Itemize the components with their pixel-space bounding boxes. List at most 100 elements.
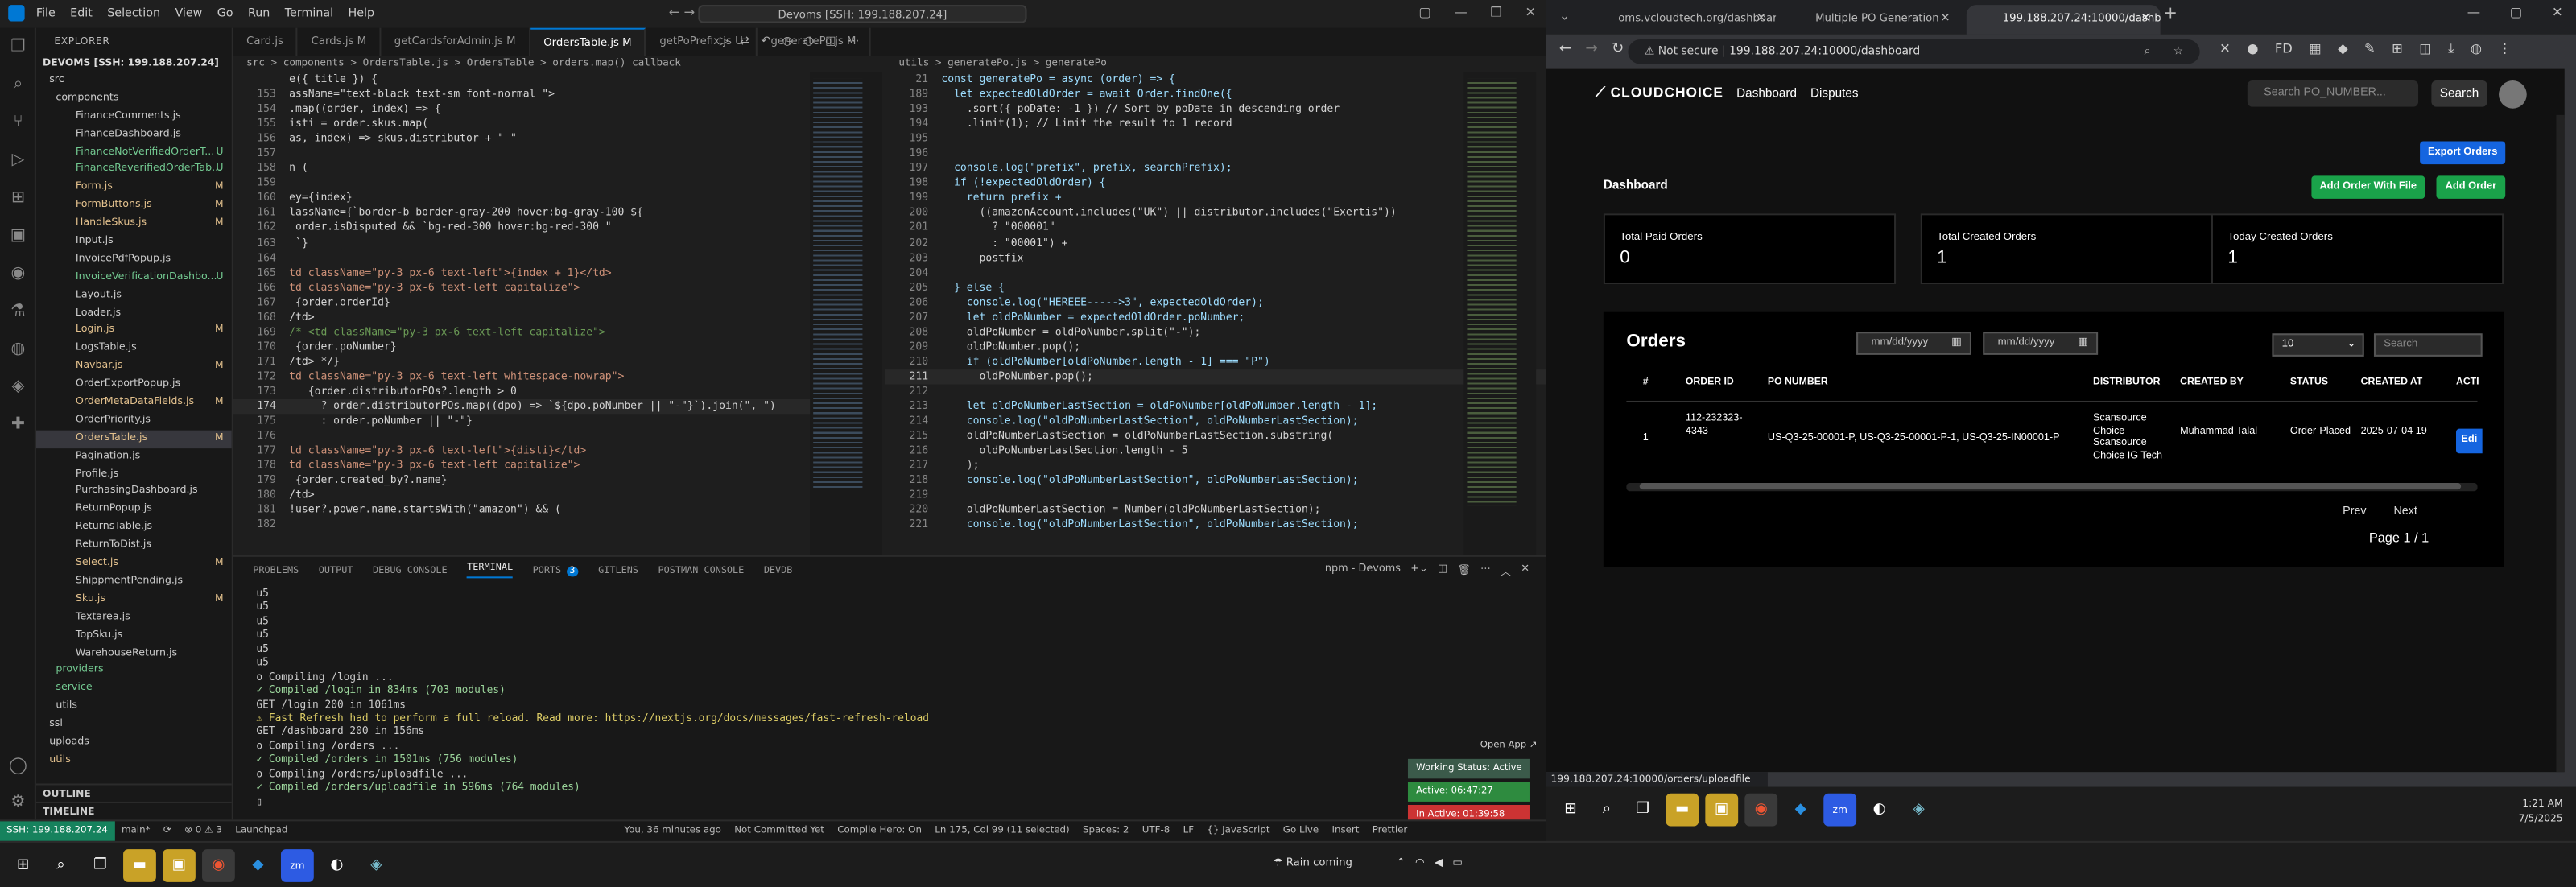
eol[interactable]: LF: [1183, 821, 1194, 840]
extension-icon[interactable]: ▦: [2309, 41, 2321, 57]
search-icon[interactable]: ⌕: [0, 66, 36, 104]
puzzle-icon[interactable]: ✚: [0, 406, 36, 444]
close-icon[interactable]: ✕: [1525, 5, 1536, 19]
panel-tab-postman-console[interactable]: POSTMAN CONSOLE: [658, 566, 744, 576]
menu-item-selection[interactable]: Selection: [107, 6, 160, 19]
maximize-icon[interactable]: ❐: [1490, 5, 1502, 19]
maximize-panel-icon[interactable]: ︿: [1501, 563, 1511, 578]
wifi-icon[interactable]: ◠: [1415, 856, 1425, 868]
more-actions-icon[interactable]: ⋯: [848, 35, 859, 47]
panel-tab-gitlens[interactable]: GITLENS: [598, 566, 638, 576]
tree-item[interactable]: FinanceComments.js: [36, 108, 232, 126]
menu-item-terminal[interactable]: Terminal: [285, 6, 333, 19]
tree-item[interactable]: Pagination.js: [36, 448, 232, 466]
command-center[interactable]: Devoms [SSH: 199.188.207.24]: [698, 5, 1027, 23]
menu-item-help[interactable]: Help: [348, 6, 374, 19]
tree-item[interactable]: Textarea.js: [36, 609, 232, 627]
split-view-icon[interactable]: ◫: [2419, 41, 2431, 57]
breadcrumb-right[interactable]: utils > generatePo.js > generatePo: [886, 56, 1546, 72]
circle-icon[interactable]: ○: [803, 35, 813, 47]
extension-icon[interactable]: ✕: [2219, 41, 2231, 57]
file-explorer-icon[interactable]: ▬: [1666, 793, 1699, 827]
browser-tab[interactable]: 199.188.207.24:10000/dashboard✕: [1966, 5, 2161, 35]
tree-item[interactable]: ReturnsTable.js: [36, 519, 232, 537]
settings-gear-icon[interactable]: ⚙: [0, 783, 36, 821]
postman-icon[interactable]: ◍: [0, 330, 36, 368]
extensions-icon[interactable]: ⊞: [0, 179, 36, 217]
app-taskbar-icon[interactable]: ◐: [320, 849, 353, 882]
more-icon[interactable]: ⋯: [1480, 563, 1491, 578]
menu-item-go[interactable]: Go: [217, 6, 233, 19]
minimap-left[interactable]: [810, 72, 882, 555]
omnibox[interactable]: ⚠ Not secure | 199.188.207.24:10000/dash…: [1628, 39, 2200, 64]
nav-arrows-icon[interactable]: ← →: [669, 5, 696, 19]
menu-item-run[interactable]: Run: [248, 6, 270, 19]
editor-left[interactable]: src > components > OrdersTable.js > Orde…: [233, 56, 882, 555]
account-icon[interactable]: ◯: [0, 748, 36, 786]
tree-item[interactable]: TopSku.js: [36, 627, 232, 645]
cursor-position[interactable]: Ln 175, Col 99 (11 selected): [935, 821, 1069, 840]
start-date-input[interactable]: mm/dd/yyyy ▦: [1856, 332, 1971, 355]
tree-item[interactable]: FinanceNotVerifiedOrderT... U: [36, 144, 232, 162]
windows-start-icon[interactable]: ⊞: [6, 849, 39, 882]
split-terminal-icon[interactable]: ◫: [1438, 563, 1447, 578]
nav-dashboard[interactable]: Dashboard: [1736, 85, 1797, 100]
close-tab-icon[interactable]: ✕: [1757, 5, 1766, 31]
back-icon[interactable]: ←: [1559, 41, 1571, 57]
extension-icon[interactable]: ◆: [2338, 41, 2348, 57]
zoom-taskbar-icon[interactable]: zm: [280, 849, 314, 882]
open-app-button[interactable]: Open App ↗: [1472, 736, 1538, 755]
tree-item[interactable]: Input.js: [36, 233, 232, 251]
add-order-button[interactable]: Add Order: [2436, 175, 2506, 199]
app-taskbar-icon[interactable]: ◐: [1863, 794, 1896, 827]
tree-item[interactable]: Navbar.js M: [36, 358, 232, 376]
remote-explorer-icon[interactable]: ▣: [0, 217, 36, 254]
maximize-icon[interactable]: ▢: [2510, 5, 2522, 19]
outline-section[interactable]: OUTLINE: [35, 783, 232, 801]
git-blame[interactable]: You, 36 minutes ago: [625, 821, 721, 840]
tree-item[interactable]: utils: [36, 699, 232, 716]
editor-tab[interactable]: Card.js: [233, 27, 299, 56]
split-editor-icon[interactable]: ◫: [825, 35, 836, 47]
editor-tab[interactable]: getCardsforAdmin.js M: [381, 27, 530, 56]
chrome-menu-icon[interactable]: ⋮: [2498, 41, 2511, 57]
go-live[interactable]: Go Live: [1283, 821, 1319, 840]
tree-item[interactable]: ReturnPopup.js: [36, 501, 232, 519]
bookmark-star-icon[interactable]: ☆: [2174, 39, 2183, 64]
tree-item[interactable]: OrdersTable.js M: [35, 430, 232, 448]
search-icon[interactable]: ⌕: [44, 849, 77, 882]
tree-item[interactable]: FinanceDashboard.js: [36, 126, 232, 143]
tree-item[interactable]: uploads: [36, 734, 232, 752]
tree-item[interactable]: OrderExportPopup.js: [36, 377, 232, 394]
run-debug-icon[interactable]: ▷: [0, 142, 36, 179]
end-date-input[interactable]: mm/dd/yyyy ▦: [1983, 332, 2099, 355]
panel-tab-devdb[interactable]: DEVDB: [764, 566, 793, 576]
nav-disputes[interactable]: Disputes: [1810, 85, 1859, 100]
minimize-icon[interactable]: —: [2467, 5, 2480, 19]
weather-widget[interactable]: ☂ Rain coming: [1274, 856, 1352, 868]
editor-right[interactable]: utils > generatePo.js > generatePo 21 con…: [885, 56, 1546, 555]
po-search-input[interactable]: Search PO_NUMBER...: [2247, 80, 2419, 107]
tree-item[interactable]: InvoiceVerificationDashbo... U: [36, 269, 232, 287]
tree-item[interactable]: providers: [36, 662, 232, 680]
commit-status[interactable]: Not Committed Yet: [734, 821, 824, 840]
profile-avatar[interactable]: ◍: [2471, 41, 2482, 57]
tree-item[interactable]: Login.js M: [36, 323, 232, 340]
compile-hero[interactable]: Compile Hero: On: [837, 821, 922, 840]
breadcrumb-left[interactable]: src > components > OrdersTable.js > Orde…: [233, 56, 882, 72]
layout-icon[interactable]: ▢: [1418, 5, 1430, 19]
language-mode[interactable]: {} JavaScript: [1207, 821, 1269, 840]
menu-item-file[interactable]: File: [36, 6, 56, 19]
tree-item[interactable]: Form.js M: [36, 179, 232, 197]
battery-icon[interactable]: ▭: [1452, 856, 1463, 868]
tree-item[interactable]: ssl: [36, 716, 232, 734]
encoding[interactable]: UTF-8: [1142, 821, 1170, 840]
export-orders-button[interactable]: Export Orders: [2420, 141, 2506, 165]
file-explorer-icon[interactable]: ▬: [123, 849, 156, 882]
extension-icon[interactable]: FD: [2275, 41, 2293, 57]
next-page-button[interactable]: Next: [2393, 506, 2417, 518]
indentation[interactable]: Spaces: 2: [1083, 821, 1129, 840]
menu-item-view[interactable]: View: [175, 6, 202, 19]
store-icon[interactable]: ▣: [1705, 793, 1739, 827]
browser-tab[interactable]: oms.vcloudtech.org/dashboard ✕: [1582, 5, 1776, 35]
